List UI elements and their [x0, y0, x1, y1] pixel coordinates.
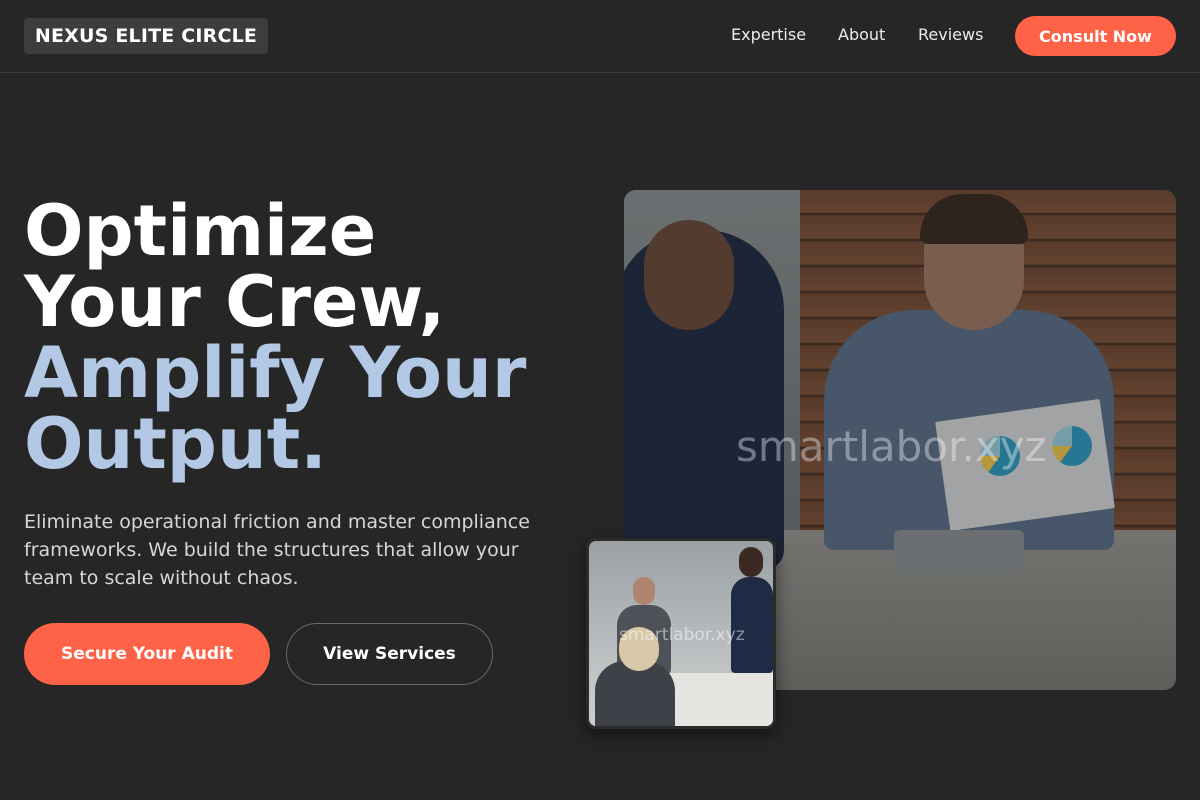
nav-link-expertise[interactable]: Expertise [731, 24, 806, 46]
inset-photo-woman-head [739, 547, 763, 577]
main-photo-watermark: smartlabor.xyz [736, 422, 1047, 471]
consult-now-button[interactable]: Consult Now [1015, 16, 1176, 56]
landing-page: NEXUS ELITE CIRCLE Expertise About Revie… [0, 0, 1200, 800]
headline-line-3: Amplify Your [24, 332, 527, 414]
secure-audit-button[interactable]: Secure Your Audit [24, 623, 270, 685]
view-services-button[interactable]: View Services [286, 623, 493, 685]
hero-subtext: Eliminate operational friction and maste… [24, 511, 530, 589]
hero-inset-photo: smartlabor.xyz [586, 538, 776, 729]
nav-link-reviews[interactable]: Reviews [918, 24, 983, 46]
inset-photo-man-head [633, 577, 655, 605]
brand-logo[interactable]: NEXUS ELITE CIRCLE [24, 18, 268, 54]
hero-headline: Optimize Your Crew, Amplify Your Output. [24, 196, 584, 480]
inset-photo-blonde-person [595, 661, 675, 726]
nav-link-about[interactable]: About [838, 24, 885, 46]
headline-line-1: Optimize [24, 190, 377, 272]
headline-line-4: Output. [24, 403, 327, 485]
headline-line-2: Your Crew, [24, 261, 446, 343]
inset-photo-watermark: smartlabor.xyz [619, 625, 745, 645]
site-header: NEXUS ELITE CIRCLE Expertise About Revie… [0, 0, 1200, 73]
